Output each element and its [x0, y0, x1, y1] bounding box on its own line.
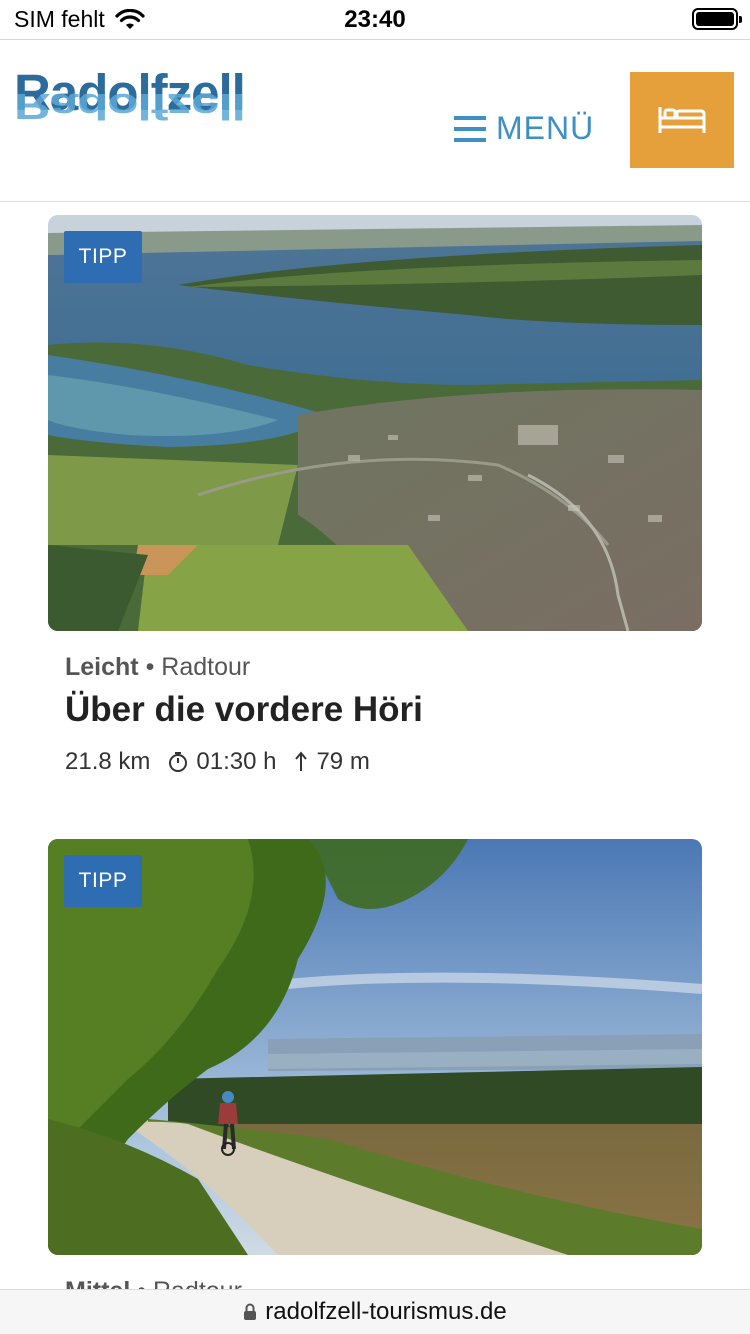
- url-bar[interactable]: radolfzell-tourismus.de: [0, 1289, 750, 1334]
- menu-label: MENÜ: [496, 110, 595, 146]
- logo-reflection: Radolfzell: [14, 86, 245, 127]
- hamburger-icon: [454, 115, 486, 142]
- battery-icon: [692, 8, 742, 30]
- tipp-badge: TIPP: [64, 855, 142, 907]
- tour-title[interactable]: Über die vordere Höri: [65, 690, 702, 730]
- tour-card[interactable]: TIPP Leicht • Radtour Über die vordere H…: [48, 215, 702, 776]
- menu-button[interactable]: MENÜ: [454, 110, 594, 147]
- radolfzell-logo[interactable]: Radolfzell Radolfzell: [14, 67, 246, 160]
- tour-stats: 21.8 km 01:30 h 79 m: [65, 748, 702, 776]
- bed-icon: [658, 107, 706, 133]
- ascent-value: 79 m: [316, 748, 370, 775]
- ascent-arrow-icon: [295, 751, 308, 771]
- aerial-lake-town-photo[interactable]: TIPP: [48, 215, 702, 631]
- tour-meta: Leicht • Radtour: [65, 653, 702, 682]
- clock: 23:40: [344, 6, 406, 33]
- status-bar: SIM fehlt 23:40: [0, 0, 750, 40]
- booking-button[interactable]: [630, 72, 734, 168]
- cyclist-gravel-path-photo[interactable]: TIPP: [48, 839, 702, 1255]
- tipp-badge: TIPP: [64, 231, 142, 283]
- difficulty-label: Leicht: [65, 653, 139, 681]
- category-label: Radtour: [161, 653, 251, 681]
- duration-value: 01:30 h: [196, 748, 277, 775]
- tour-card[interactable]: TIPP Mittel • Radtour: [48, 839, 702, 1306]
- meta-separator: •: [145, 653, 155, 681]
- stopwatch-icon: [169, 752, 188, 772]
- lock-icon: [244, 1303, 257, 1320]
- distance-value: 21.8 km: [65, 748, 151, 775]
- site-header: Radolfzell Radolfzell MENÜ: [0, 40, 750, 202]
- url-text: radolfzell-tourismus.de: [265, 1298, 507, 1325]
